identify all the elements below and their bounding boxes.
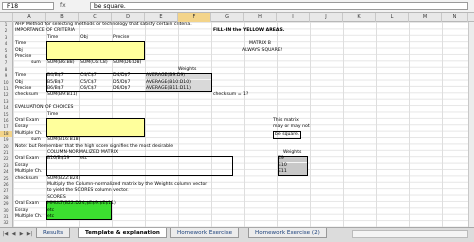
norm-row-label-obj[interactable]: Obj: [15, 80, 23, 86]
checksum-note[interactable]: checksum = 1?: [213, 92, 248, 98]
active-cell-f18[interactable]: be square.: [273, 130, 302, 139]
col-header-a[interactable]: A: [13, 13, 46, 22]
checksum-cell-1[interactable]: SUM(B9:B11): [47, 92, 77, 98]
col-header-b[interactable]: B: [46, 13, 79, 22]
norm2-label-multiple[interactable]: Multiple Ch.: [15, 169, 42, 175]
col-header-g[interactable]: G: [211, 13, 244, 22]
normalized-matrix-border: [46, 73, 212, 93]
col-header-n[interactable]: N: [442, 13, 468, 22]
score-label-oral[interactable]: Oral Exam: [15, 201, 39, 207]
tab-homework-exercise-2[interactable]: Homework Exercise (2): [248, 228, 327, 238]
sum-cell-2[interactable]: SUM(B16:B18): [47, 137, 80, 143]
fill-instruction[interactable]: FILL-IN the YELLOW AREAS.: [213, 28, 285, 34]
sum-cell-d[interactable]: SUM(D6:D8): [113, 60, 141, 66]
weights-header-2[interactable]: Weights: [283, 150, 301, 156]
fx-icon[interactable]: fx: [60, 2, 66, 10]
col-header-h[interactable]: H: [244, 13, 277, 22]
checksum-label-2[interactable]: checksum: [15, 176, 38, 182]
eval-title[interactable]: EVALUATION OF CHOICES: [15, 105, 73, 111]
col-header-j[interactable]: J: [310, 13, 343, 22]
matrix-header-precise[interactable]: Precise: [113, 35, 129, 41]
col-header-d[interactable]: D: [112, 13, 145, 22]
choice-header-time[interactable]: Time: [47, 112, 58, 118]
matrix-row-label-time[interactable]: Time: [15, 41, 26, 47]
next-sheet-icon[interactable]: ▶: [18, 230, 25, 238]
select-all-corner[interactable]: [0, 13, 13, 22]
col-header-f[interactable]: F: [178, 13, 211, 22]
choice-matrix-border: [46, 118, 145, 138]
matrix-row-label-precise[interactable]: Precise: [15, 54, 31, 60]
col-header-e[interactable]: E: [145, 13, 178, 22]
formula-bar: F18 fx be square.: [0, 0, 474, 13]
name-box[interactable]: F18: [2, 2, 54, 10]
norm2-label-essay[interactable]: Essay: [15, 163, 28, 169]
tab-homework-exercise[interactable]: Homework Exercise: [170, 228, 240, 238]
tab-template-explanation[interactable]: Template & explanation: [78, 228, 167, 238]
norm2-matrix-border: [46, 156, 233, 176]
tab-results[interactable]: Results: [36, 228, 71, 238]
scores-border: [46, 201, 112, 221]
last-sheet-icon[interactable]: ▶|: [26, 230, 33, 238]
col-header-m[interactable]: M: [409, 13, 442, 22]
col-header-i[interactable]: I: [277, 13, 310, 22]
sum-cell-b[interactable]: SUM(B6:B8): [47, 60, 75, 66]
choice-label-essay[interactable]: Essay: [15, 124, 28, 130]
score-label-multiple[interactable]: Multiple Ch.: [15, 214, 42, 220]
multiply-note-2[interactable]: to yield the SCORES column vector.: [47, 188, 129, 194]
col-header-c[interactable]: C: [79, 13, 112, 22]
column-headers: A B C D E F G H I J K L M N: [0, 13, 474, 22]
norm-row-label-time[interactable]: Time: [15, 73, 26, 79]
note-may[interactable]: may or may not: [273, 124, 310, 130]
formula-input[interactable]: be square.: [90, 2, 468, 10]
sum-label-2[interactable]: sum: [31, 137, 41, 143]
checksum-label-1[interactable]: checksum: [15, 92, 38, 98]
norm2-label-oral[interactable]: Oral Exam: [15, 156, 39, 162]
weights-header[interactable]: Weights: [178, 67, 196, 73]
matrix-header-time[interactable]: Time: [47, 35, 58, 41]
sum-cell-c[interactable]: SUM(C6:C8): [80, 60, 108, 66]
sum-label-1[interactable]: sum: [31, 60, 41, 66]
matrix-row-label-obj[interactable]: Obj: [15, 48, 23, 54]
cell-grid[interactable]: AHP Method for selecting methods or tech…: [13, 22, 468, 227]
row-headers: 1 2 3 4 5 6 7 8 9 10 11 12 13 14 15 16 1…: [0, 22, 13, 227]
cell-a2[interactable]: IMPORTANCE OF CRITERIA: [15, 28, 75, 34]
scores-title[interactable]: SCORES: [47, 195, 66, 201]
matrix-b-note[interactable]: MATRIX B: [249, 41, 271, 47]
prev-sheet-icon[interactable]: ◀: [10, 230, 17, 238]
choice-label-multiple[interactable]: Multiple Ch.: [15, 131, 42, 137]
col-header-l[interactable]: L: [376, 13, 409, 22]
row-header[interactable]: 32: [0, 220, 12, 226]
score-label-essay[interactable]: Essay: [15, 208, 28, 214]
score-note[interactable]: Note: but Remember that the high score s…: [15, 144, 173, 150]
matrix-header-obj[interactable]: Obj: [80, 35, 88, 41]
vertical-scrollbar[interactable]: [468, 22, 474, 227]
always-square-note[interactable]: ALWAYS SQUARE!: [242, 48, 283, 54]
weights2-border: [278, 156, 308, 176]
checksum-cell-2[interactable]: SUM(B22:B24): [47, 176, 80, 182]
col-header-k[interactable]: K: [343, 13, 376, 22]
sheet-tab-bar: |◀ ◀ ▶ ▶| Results Template & explanation…: [0, 227, 474, 242]
importance-matrix-border: [46, 41, 145, 61]
horizontal-scrollbar[interactable]: [352, 230, 468, 238]
first-sheet-icon[interactable]: |◀: [2, 230, 9, 238]
